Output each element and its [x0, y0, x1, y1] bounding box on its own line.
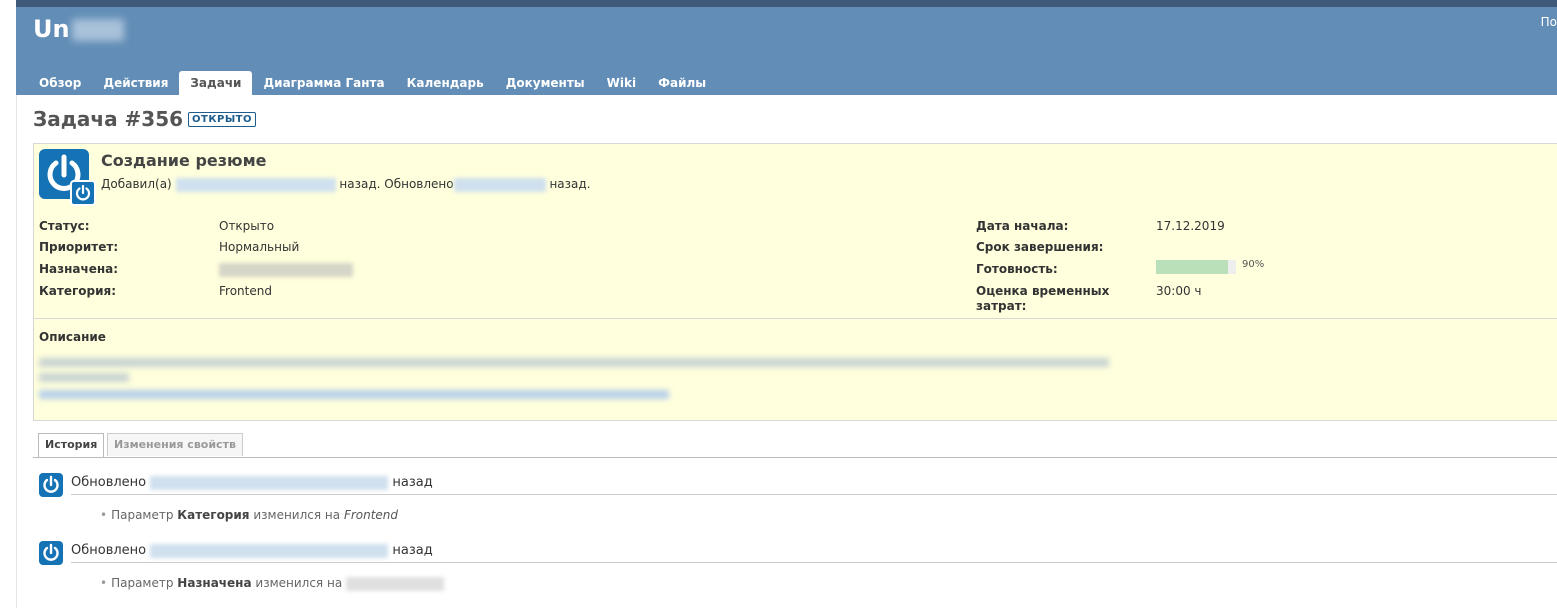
journal-avatar — [39, 473, 63, 497]
tab-issues[interactable]: Задачи — [179, 71, 253, 95]
journal-author-redacted[interactable] — [150, 543, 389, 558]
updated-suffix: назад. — [549, 177, 591, 191]
main-menu: Обзор Действия Задачи Диаграмма Ганта Ка… — [28, 71, 717, 95]
progress-fill — [1156, 260, 1228, 274]
description-label: Описание — [39, 330, 106, 344]
project-title[interactable]: Un — [33, 15, 124, 43]
project-header: Un По Обзор Действия Задачи Диаграмма Га… — [16, 7, 1557, 95]
divider — [34, 318, 1557, 319]
estimated-time-value: 30:00 ч — [1156, 284, 1202, 298]
param-prefix: Параметр — [111, 508, 174, 522]
author-link-redacted[interactable] — [175, 177, 336, 192]
top-bar — [16, 0, 1557, 7]
tab-history[interactable]: История — [38, 433, 105, 457]
issue-details: Создание резюме Добавил(а) назад. Обновл… — [33, 143, 1557, 421]
issue-subject: Создание резюме — [101, 151, 267, 170]
power-icon — [43, 543, 59, 561]
start-date-label: Дата начала: — [976, 219, 1069, 233]
due-date-label: Срок завершения: — [976, 240, 1104, 254]
power-icon — [43, 475, 59, 493]
journal-updated-label: Обновлено — [71, 475, 147, 490]
tab-files[interactable]: Файлы — [647, 71, 717, 95]
param-name: Назначена — [177, 576, 252, 590]
assignee-redacted — [219, 262, 353, 277]
journal-author-redacted[interactable] — [150, 475, 389, 490]
header-right-link[interactable]: По — [1541, 15, 1557, 29]
assignee-avatar — [70, 180, 96, 206]
description-redacted-line — [39, 358, 1109, 367]
category-value: Frontend — [219, 284, 272, 298]
assignee-value[interactable] — [219, 262, 353, 277]
author-line: Добавил(а) назад. Обновлено назад. — [101, 177, 590, 192]
bullet-icon: • — [100, 576, 108, 590]
category-label: Категория: — [39, 284, 117, 298]
description-redacted-line — [39, 373, 129, 382]
main-content: Задача #356 ОТКРЫТО Создание резюме Доба… — [33, 95, 1557, 608]
journal-ago-label: назад — [392, 475, 433, 490]
page-title: Задача #356 — [33, 107, 184, 131]
bullet-icon: • — [100, 508, 108, 522]
changed-to: изменился на — [253, 508, 341, 522]
project-name-redacted — [71, 19, 124, 41]
tab-calendar[interactable]: Календарь — [396, 71, 495, 95]
tab-overview[interactable]: Обзор — [28, 71, 92, 95]
status-value: Открыто — [219, 219, 275, 233]
updated-link-redacted[interactable] — [453, 177, 546, 192]
tab-property-changes[interactable]: Изменения свойств — [107, 433, 243, 456]
estimated-time-label: Оценка временных затрат: — [976, 284, 1110, 313]
journal-header: Обновлено назад — [71, 475, 1557, 495]
priority-label: Приоритет: — [39, 240, 119, 254]
journal-ago-label: назад — [392, 543, 433, 558]
journal-avatar — [39, 541, 63, 565]
history-tabs: История Изменения свойств — [33, 433, 1557, 458]
assignee-label: Назначена: — [39, 262, 119, 276]
journal-detail: • Параметр Назначена изменился на — [100, 576, 444, 591]
priority-value: Нормальный — [219, 240, 300, 254]
added-by-label: Добавил(а) — [101, 177, 172, 191]
new-value: Frontend — [343, 508, 399, 522]
tab-gantt[interactable]: Диаграмма Ганта — [252, 71, 395, 95]
journal-header: Обновлено назад — [71, 543, 1557, 563]
power-icon — [75, 184, 91, 201]
status-badge: ОТКРЫТО — [188, 112, 257, 127]
project-name: Un — [33, 15, 70, 43]
tab-documents[interactable]: Документы — [495, 71, 596, 95]
tab-activity[interactable]: Действия — [92, 71, 179, 95]
status-label: Статус: — [39, 219, 90, 233]
start-date-value: 17.12.2019 — [1156, 219, 1225, 233]
left-margin — [0, 0, 17, 608]
new-value-redacted — [346, 576, 444, 591]
description-link-redacted[interactable] — [39, 390, 669, 399]
changed-to: изменился на — [255, 576, 343, 590]
journal-updated-label: Обновлено — [71, 543, 147, 558]
tab-wiki[interactable]: Wiki — [596, 71, 647, 95]
progress-percent: 90% — [1242, 259, 1265, 270]
done-ratio-label: Готовность: — [976, 262, 1058, 276]
progress-bar — [1156, 260, 1236, 274]
param-name: Категория — [177, 508, 250, 522]
journal-detail: • Параметр Категория изменился на Fronten… — [100, 508, 398, 522]
param-prefix: Параметр — [111, 576, 174, 590]
added-suffix: назад. Обновлено — [339, 177, 454, 191]
